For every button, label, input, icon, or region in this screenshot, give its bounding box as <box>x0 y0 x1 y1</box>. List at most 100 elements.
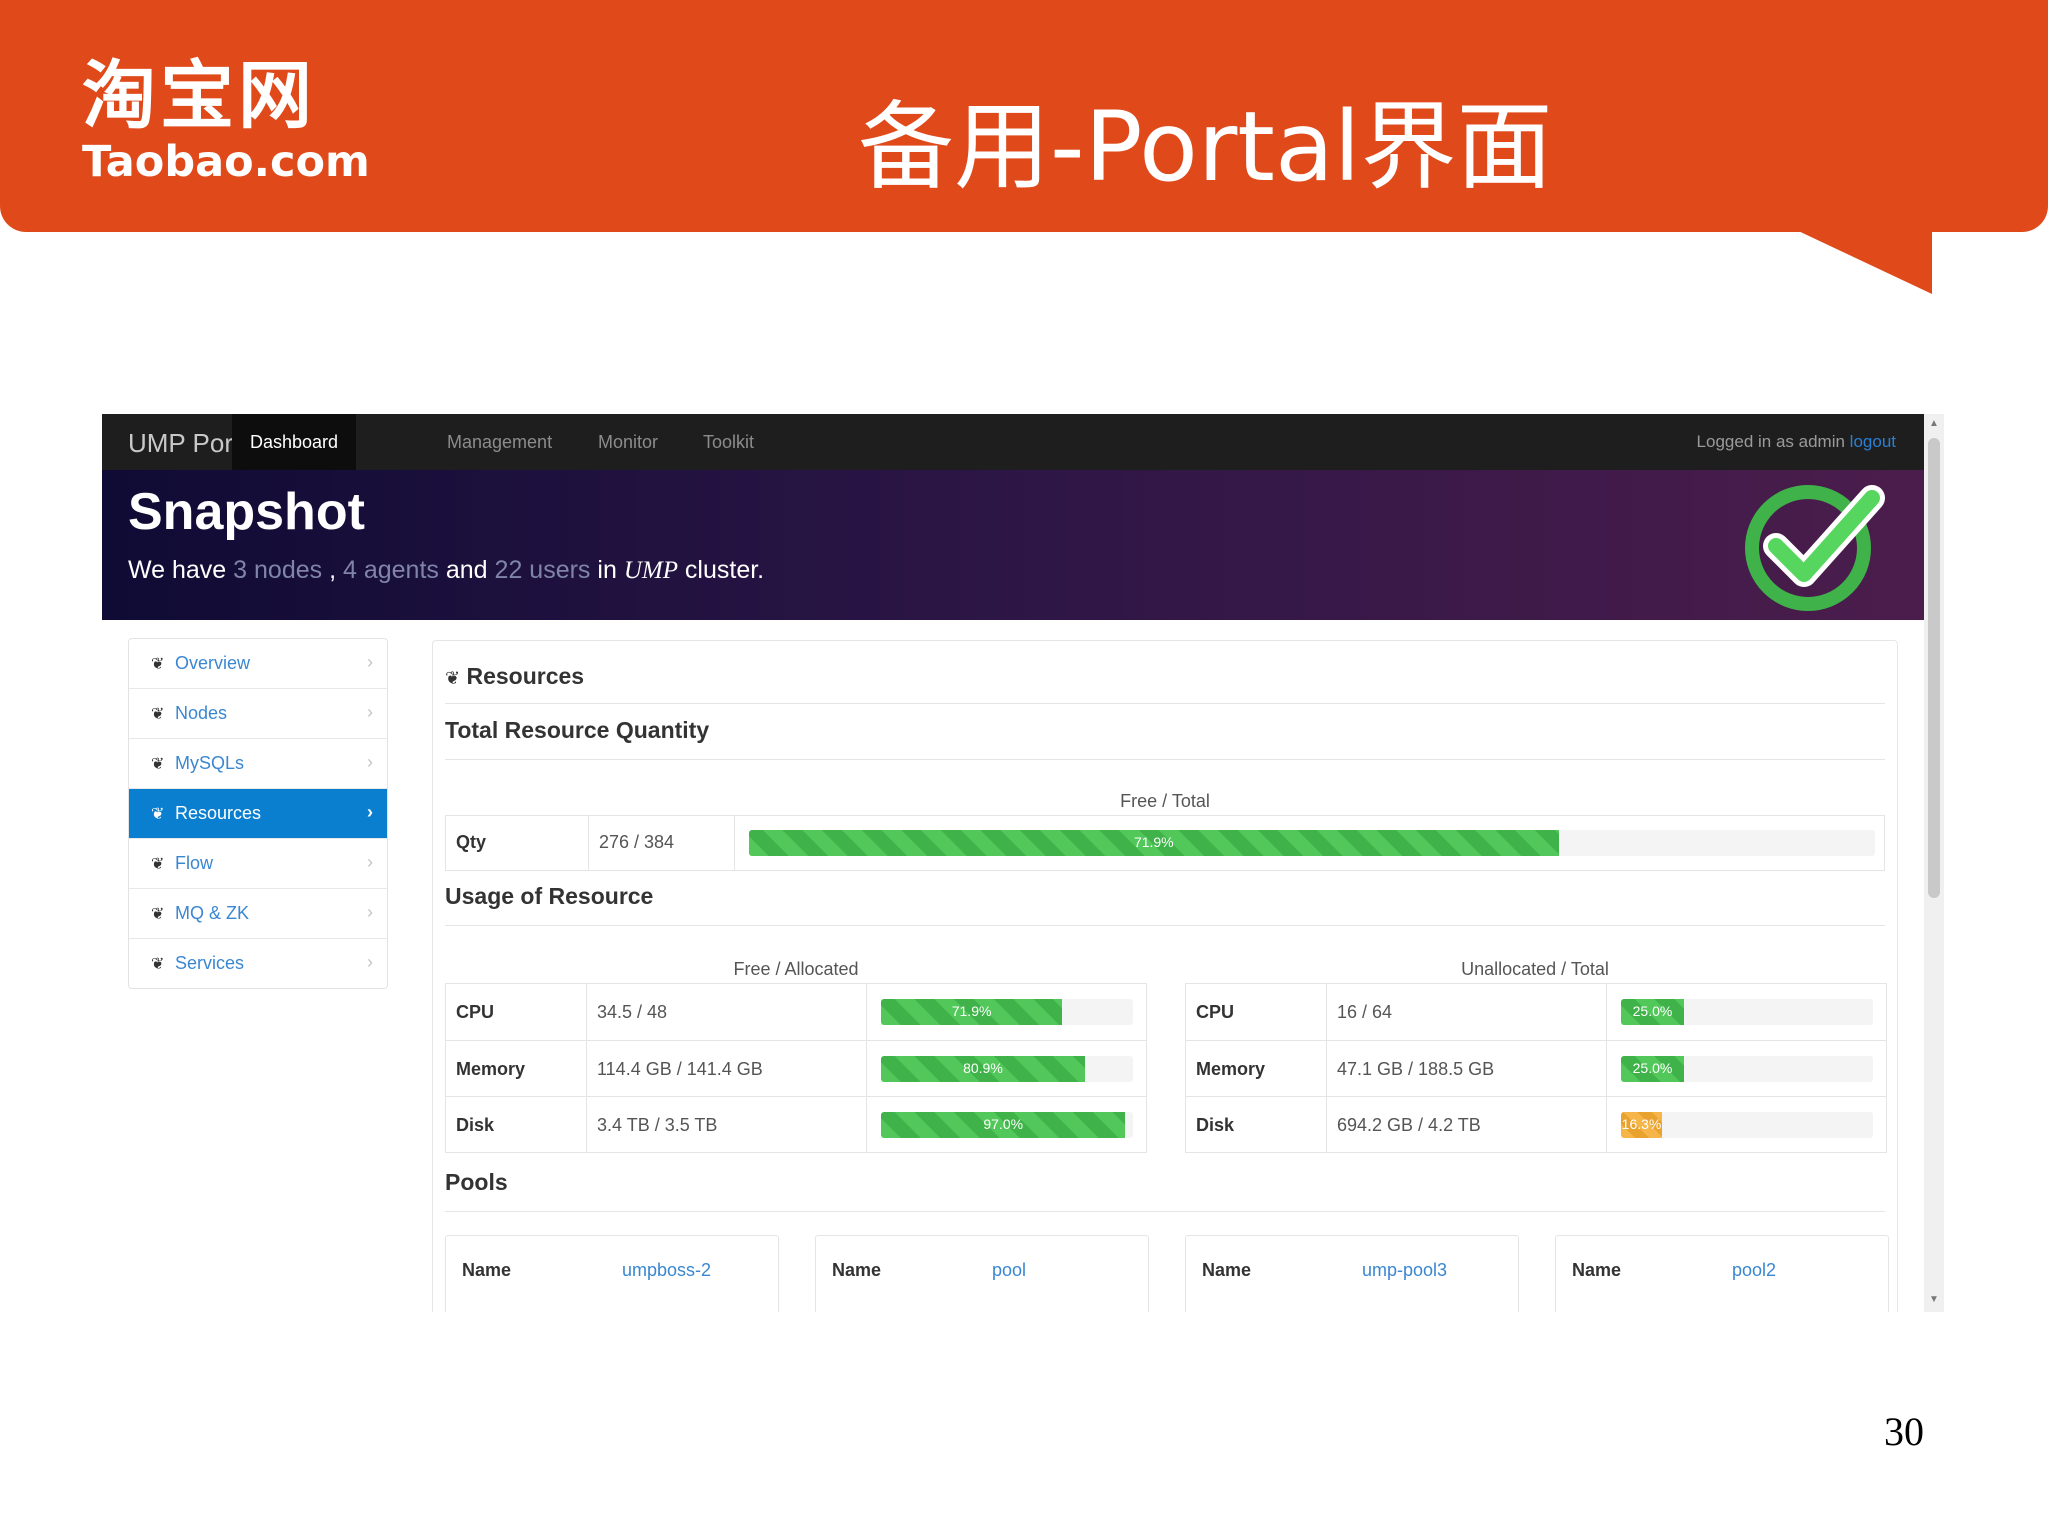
slide-header-tail <box>1792 228 1932 294</box>
pool-name-link[interactable]: pool <box>992 1260 1026 1281</box>
pool-name-key: Name <box>1202 1260 1252 1280</box>
sidebar-item-flow[interactable]: ❦ Flow › <box>129 839 387 889</box>
row-label-cell: Disk <box>446 1097 586 1153</box>
pool-name-key: Name <box>1572 1260 1622 1280</box>
sidebar-item-label: Flow <box>175 853 214 873</box>
leaf-icon: ❦ <box>151 806 165 823</box>
usage-percent: 71.9% <box>951 1003 992 1019</box>
summary-in: in <box>597 556 617 584</box>
chevron-right-icon: › <box>367 702 373 722</box>
summary-separator: , <box>329 556 337 584</box>
divider <box>445 759 1885 760</box>
row-value-cell: 34.5 / 48 <box>586 984 866 1040</box>
usage-progress-bar: 71.9% <box>881 999 1133 1025</box>
table-row: CPU 34.5 / 48 71.9% <box>446 984 1146 1040</box>
pool-name-key: Name <box>832 1260 882 1280</box>
nav-toolkit[interactable]: Toolkit <box>703 432 754 453</box>
scroll-down-icon[interactable]: ▼ <box>1929 1294 1939 1305</box>
leaf-icon: ❦ <box>151 906 165 923</box>
resource-value: 3.4 TB / 3.5 TB <box>597 1115 718 1135</box>
resource-value: 16 / 64 <box>1337 1002 1393 1022</box>
resource-label: CPU <box>1196 1002 1235 1022</box>
row-value-cell: 47.1 GB / 188.5 GB <box>1326 1041 1606 1097</box>
resource-label: Disk <box>1196 1115 1235 1135</box>
cluster-summary: We have 3 nodes , 4 agents and 22 users … <box>128 556 764 585</box>
usage-progress-bar: 80.9% <box>881 1056 1133 1082</box>
table-row: CPU 16 / 64 25.0% <box>1186 984 1886 1040</box>
logo-chinese: 淘宝网 <box>82 53 316 139</box>
logged-in-text: Logged in as admin <box>1696 432 1845 451</box>
total-resource-heading: Total Resource Quantity <box>445 717 710 743</box>
portal-screenshot: UMP Portal Dashboard Management Monitor … <box>102 414 1944 1312</box>
nav-dashboard[interactable]: Dashboard <box>232 414 357 470</box>
row-label-cell: Disk <box>1186 1097 1326 1153</box>
logout-link[interactable]: logout <box>1850 432 1896 451</box>
pools-heading: Pools <box>445 1169 508 1195</box>
row-label-cell: CPU <box>1186 984 1326 1040</box>
allocated-usage-table: CPU 34.5 / 48 71.9% Memory 114.4 GB / 14… <box>445 983 1147 1153</box>
divider <box>445 925 1885 926</box>
row-bar-cell: 25.0% <box>1606 984 1886 1040</box>
leaf-icon: ❦ <box>445 668 461 688</box>
row-bar-cell: 80.9% <box>866 1041 1146 1097</box>
sidebar-item-overview[interactable]: ❦ Overview › <box>129 639 387 689</box>
usage-progress-bar: 25.0% <box>1621 999 1873 1025</box>
total-quantity-table: Qty 276 / 384 71.9% <box>445 815 1885 871</box>
leaf-icon: ❦ <box>151 706 165 723</box>
summary-users: 22 users <box>494 556 591 584</box>
nav-management[interactable]: Management <box>447 432 552 453</box>
row-bar-cell: 16.3% <box>1606 1097 1886 1153</box>
panel-title: ❦ Resources <box>445 663 584 690</box>
sidebar-item-mysqls[interactable]: ❦ MySQLs › <box>129 739 387 789</box>
row-value-cell: 3.4 TB / 3.5 TB <box>586 1097 866 1153</box>
table-row: Disk 3.4 TB / 3.5 TB 97.0% <box>446 1096 1146 1153</box>
sidebar-item-nodes[interactable]: ❦ Nodes › <box>129 689 387 739</box>
pool-name-link[interactable]: umpboss-2 <box>622 1260 711 1281</box>
row-value-cell: 16 / 64 <box>1326 984 1606 1040</box>
pool-name-link[interactable]: pool2 <box>1732 1260 1776 1281</box>
qty-progress-bar: 71.9% <box>749 830 1875 856</box>
unallocated-total-caption: Unallocated / Total <box>1461 959 1609 979</box>
scroll-thumb[interactable] <box>1928 438 1940 898</box>
table-row: Qty 276 / 384 71.9% <box>446 816 1884 870</box>
scroll-up-icon[interactable]: ▲ <box>1929 418 1939 429</box>
leaf-icon: ❦ <box>151 656 165 673</box>
usage-percent: 25.0% <box>1632 1060 1673 1076</box>
scrollbar[interactable]: ▲ ▼ <box>1924 414 1944 1312</box>
sidebar-item-label: MQ & ZK <box>175 903 250 923</box>
usage-percent: 16.3% <box>1621 1116 1662 1132</box>
pool-card: Name pool2 <box>1555 1235 1889 1312</box>
pool-name-link[interactable]: ump-pool3 <box>1362 1260 1447 1281</box>
qty-label-cell: Qty <box>446 816 588 870</box>
chevron-right-icon: › <box>367 952 373 972</box>
nav-monitor[interactable]: Monitor <box>598 432 658 453</box>
row-bar-cell: 71.9% <box>866 984 1146 1040</box>
resource-label: Memory <box>1196 1059 1266 1079</box>
pool-card: Name ump-pool3 <box>1185 1235 1519 1312</box>
row-value-cell: 114.4 GB / 141.4 GB <box>586 1041 866 1097</box>
top-navbar: UMP Portal Dashboard Management Monitor … <box>102 414 1924 470</box>
qty-percent: 71.9% <box>1133 834 1174 850</box>
sidebar-item-resources[interactable]: ❦ Resources › <box>129 789 387 839</box>
slide-title: 备用-Portal界面 <box>858 91 1553 203</box>
chevron-right-icon: › <box>367 752 373 772</box>
summary-cluster: cluster. <box>684 556 765 584</box>
leaf-icon: ❦ <box>151 856 165 873</box>
usage-progress-bar: 97.0% <box>881 1112 1133 1138</box>
resource-value: 114.4 GB / 141.4 GB <box>597 1059 763 1079</box>
summary-and: and <box>445 556 488 584</box>
sidebar-item-services[interactable]: ❦ Services › <box>129 939 387 988</box>
chevron-right-icon: › <box>367 902 373 922</box>
resource-value: 694.2 GB / 4.2 TB <box>1337 1115 1481 1135</box>
row-label-cell: Memory <box>1186 1041 1326 1097</box>
sidebar-item-mq-zk[interactable]: ❦ MQ & ZK › <box>129 889 387 939</box>
summary-we-have: We have <box>128 556 227 584</box>
row-bar-cell: 25.0% <box>1606 1041 1886 1097</box>
snapshot-title: Snapshot <box>128 483 365 541</box>
qty-bar-cell: 71.9% <box>734 816 1884 870</box>
taobao-logo: 淘宝网 Taobao.com <box>82 56 402 186</box>
login-status: Logged in as admin logout <box>1697 432 1896 452</box>
usage-progress-bar: 16.3% <box>1621 1112 1873 1138</box>
pool-card: Name pool <box>815 1235 1149 1312</box>
sidebar-item-label: Overview <box>175 653 251 673</box>
